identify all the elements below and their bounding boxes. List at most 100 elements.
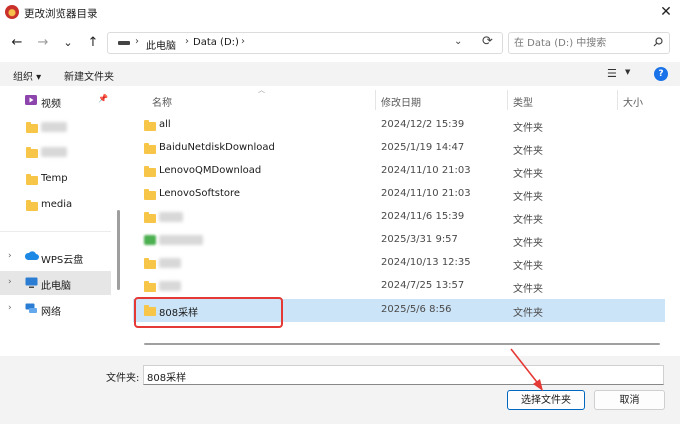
expand-chevron-icon[interactable]: › — [8, 303, 12, 313]
search-box[interactable] — [508, 32, 670, 54]
file-type: 文件夹 — [513, 169, 543, 180]
organize-menu[interactable]: 组织 ▾ — [13, 68, 41, 83]
sidebar-item-videos[interactable]: 视频 📌 — [0, 89, 111, 113]
breadcrumb-data-drive[interactable]: Data (D:) — [193, 37, 239, 48]
breadcrumb-separator[interactable]: › — [241, 36, 245, 47]
column-header-type[interactable]: 类型 — [513, 94, 533, 109]
file-name: LenovoSoftstore — [159, 188, 241, 199]
file-type: 文件夹 — [513, 146, 543, 157]
expand-chevron-icon[interactable]: › — [8, 277, 12, 287]
horizontal-scrollbar[interactable] — [144, 343, 660, 345]
computer-icon — [25, 277, 38, 288]
column-divider[interactable] — [507, 90, 508, 110]
address-dropdown-icon[interactable]: ⌄ — [454, 36, 462, 47]
file-date: 2024/10/13 12:35 — [381, 257, 471, 268]
table-row[interactable]: 2024/10/13 12:35 文件夹 — [133, 252, 665, 275]
sidebar-item-network[interactable]: › 网络 — [0, 297, 111, 321]
view-options-icon[interactable]: ☰ — [607, 67, 617, 80]
sidebar-item-temp[interactable]: Temp — [0, 167, 111, 191]
breadcrumb-separator: › — [135, 36, 139, 47]
sidebar-item-this-pc[interactable]: › 此电脑 — [0, 271, 111, 295]
pin-icon[interactable]: 📌 — [98, 94, 108, 103]
file-date: 2024/11/10 21:03 — [381, 165, 471, 176]
network-icon — [25, 303, 37, 313]
search-icon[interactable] — [653, 37, 663, 47]
file-type: 文件夹 — [513, 308, 543, 319]
blurred-file-name — [159, 281, 181, 291]
breadcrumb-this-pc[interactable]: 此电脑 — [146, 37, 176, 52]
file-name: BaiduNetdiskDownload — [159, 142, 275, 153]
table-row[interactable]: LenovoSoftstore 2024/11/10 21:03 文件夹 — [133, 183, 665, 206]
search-input[interactable] — [514, 36, 646, 51]
back-button[interactable]: ← — [8, 34, 26, 52]
recent-locations-button[interactable]: ⌄ — [59, 34, 77, 52]
new-folder-button[interactable]: 新建文件夹 — [64, 68, 114, 83]
folder-icon — [144, 212, 156, 223]
file-date: 2025/1/19 14:47 — [381, 142, 465, 153]
close-button[interactable]: ✕ — [656, 3, 676, 21]
file-date: 2024/11/6 15:39 — [381, 211, 465, 222]
annotation-highlight-box — [134, 297, 283, 328]
sidebar-item-label: media — [41, 199, 73, 210]
sidebar-item-label: 视频 — [41, 99, 61, 110]
sidebar-divider — [0, 231, 111, 232]
forward-button[interactable]: → — [34, 34, 52, 52]
table-row[interactable]: 2024/11/6 15:39 文件夹 — [133, 206, 665, 229]
file-date: 2025/3/31 9:57 — [381, 234, 458, 245]
sidebar-scrollbar[interactable] — [117, 210, 120, 290]
title-bar — [0, 0, 680, 26]
address-bar[interactable]: › 此电脑 › Data (D:) › ⌄ ⟳ — [107, 32, 503, 54]
table-row[interactable]: BaiduNetdiskDownload 2025/1/19 14:47 文件夹 — [133, 137, 665, 160]
folder-field-label: 文件夹: — [106, 373, 140, 384]
folder-name-input[interactable]: 808采样 — [143, 365, 664, 385]
file-date: 2024/11/10 21:03 — [381, 188, 471, 199]
sidebar-item-folder[interactable] — [0, 115, 111, 139]
file-date: 2024/7/25 13:57 — [381, 280, 465, 291]
file-type: 文件夹 — [513, 284, 543, 295]
folder-icon — [26, 200, 38, 211]
table-row[interactable]: all 2024/12/2 15:39 文件夹 — [133, 114, 665, 137]
folder-icon — [144, 281, 156, 292]
table-row[interactable]: 2024/7/25 13:57 文件夹 — [133, 275, 665, 298]
blurred-file-name — [159, 258, 181, 268]
column-divider[interactable] — [617, 90, 618, 110]
file-date: 2024/12/2 15:39 — [381, 119, 465, 130]
folder-icon — [144, 258, 156, 269]
column-header-date[interactable]: 修改日期 — [381, 94, 421, 109]
blurred-label — [41, 122, 67, 132]
select-folder-button[interactable]: 选择文件夹 — [507, 390, 585, 410]
help-icon[interactable]: ? — [654, 67, 668, 81]
sidebar-item-wps-cloud[interactable]: › WPS云盘 — [0, 245, 111, 269]
expand-chevron-icon[interactable]: › — [8, 251, 12, 261]
sidebar-item-label: Temp — [41, 173, 68, 184]
view-dropdown-icon[interactable]: ▼ — [625, 68, 630, 76]
window-title: 更改浏览器目录 — [24, 8, 98, 20]
cancel-button[interactable]: 取消 — [594, 390, 665, 410]
blurred-label — [41, 147, 67, 157]
folder-icon — [144, 143, 156, 154]
folder-name-value: 808采样 — [147, 373, 187, 384]
app-icon — [5, 5, 19, 19]
file-type: 文件夹 — [513, 261, 543, 272]
folder-icon — [26, 147, 38, 158]
column-divider[interactable] — [375, 90, 376, 110]
table-row[interactable]: 2025/3/31 9:57 文件夹 — [133, 229, 665, 252]
drive-icon — [118, 41, 130, 45]
breadcrumb-separator: › — [185, 36, 189, 47]
video-folder-icon — [25, 95, 37, 105]
table-row[interactable]: LenovoQMDownload 2024/11/10 21:03 文件夹 — [133, 160, 665, 183]
sidebar-item-label: 网络 — [41, 307, 61, 318]
file-type: 文件夹 — [513, 192, 543, 203]
sidebar-item-media[interactable]: media — [0, 193, 111, 217]
folder-icon — [144, 166, 156, 177]
refresh-icon[interactable]: ⟳ — [482, 34, 493, 49]
column-header-size[interactable]: 大小 — [623, 94, 643, 109]
folder-icon — [144, 189, 156, 200]
sidebar-item-folder[interactable] — [0, 140, 111, 164]
up-button[interactable]: ↑ — [84, 34, 102, 52]
file-type: 文件夹 — [513, 238, 543, 249]
column-header-name[interactable]: 名称 — [152, 94, 172, 109]
sidebar-item-label: WPS云盘 — [41, 255, 84, 266]
app-folder-icon — [144, 235, 156, 245]
sort-ascending-icon: ︿ — [258, 86, 265, 94]
